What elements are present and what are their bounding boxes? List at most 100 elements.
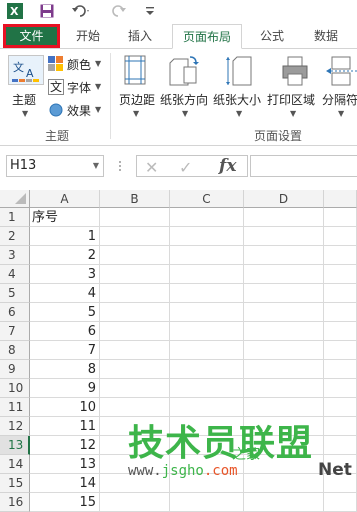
row-header[interactable]: 7 (0, 322, 30, 341)
cell-empty[interactable] (244, 246, 324, 265)
cell-empty[interactable] (100, 493, 170, 512)
tab-file[interactable]: 文件 (3, 24, 60, 48)
effects-button[interactable]: 效果 (67, 102, 91, 119)
margins-button[interactable]: 页边距 (119, 91, 155, 108)
enter-icon[interactable]: ✓ (179, 158, 192, 177)
customize-qat-icon[interactable] (145, 3, 155, 19)
cell-empty[interactable] (100, 227, 170, 246)
cell-empty[interactable] (244, 227, 324, 246)
cell-empty[interactable] (324, 322, 357, 341)
theme-button[interactable]: 文A (8, 55, 44, 85)
fonts-button[interactable]: 字体 (67, 79, 91, 96)
cell-empty[interactable] (100, 284, 170, 303)
orientation-button[interactable]: 纸张方向 (160, 91, 208, 108)
row-header[interactable]: 12 (0, 417, 30, 436)
tab-page-layout[interactable]: 页面布局 (172, 24, 242, 49)
cell-empty[interactable] (324, 360, 357, 379)
cell-empty[interactable] (324, 341, 357, 360)
tab-formulas[interactable]: 公式 (252, 24, 292, 48)
cell-empty[interactable] (100, 208, 170, 227)
cell-empty[interactable] (324, 227, 357, 246)
cell-empty[interactable] (324, 493, 357, 512)
cell-empty[interactable] (324, 208, 357, 227)
row-header[interactable]: 10 (0, 379, 30, 398)
cell-empty[interactable] (100, 265, 170, 284)
cell-empty[interactable] (244, 322, 324, 341)
undo-icon[interactable] (70, 3, 92, 19)
cell-empty[interactable] (170, 265, 244, 284)
cell-empty[interactable] (324, 379, 357, 398)
redo-icon[interactable] (108, 3, 130, 19)
cell-empty[interactable] (170, 284, 244, 303)
column-header[interactable]: A (30, 190, 100, 208)
column-header[interactable]: C (170, 190, 244, 208)
tab-insert[interactable]: 插入 (120, 24, 160, 48)
cell-empty[interactable] (170, 303, 244, 322)
row-header[interactable]: 2 (0, 227, 30, 246)
breaks-button[interactable]: 分隔符 (322, 91, 357, 108)
cell-empty[interactable] (100, 246, 170, 265)
name-box[interactable]: H13 ▼ (6, 155, 104, 177)
cell-empty[interactable] (244, 208, 324, 227)
column-header[interactable]: B (100, 190, 170, 208)
cell-empty[interactable] (100, 341, 170, 360)
cell-a[interactable]: 12 (30, 436, 100, 455)
cell-empty[interactable] (244, 303, 324, 322)
row-header[interactable]: 5 (0, 284, 30, 303)
cell-empty[interactable] (244, 284, 324, 303)
cell-a[interactable]: 15 (30, 493, 100, 512)
cell-empty[interactable] (170, 379, 244, 398)
cell-empty[interactable] (170, 322, 244, 341)
row-header[interactable]: 9 (0, 360, 30, 379)
cell-a[interactable]: 10 (30, 398, 100, 417)
cell-empty[interactable] (100, 360, 170, 379)
cell-a[interactable]: 4 (30, 284, 100, 303)
cell-empty[interactable] (244, 493, 324, 512)
row-header[interactable]: 6 (0, 303, 30, 322)
cell-empty[interactable] (324, 417, 357, 436)
fonts-dropdown-caret[interactable]: ▼ (95, 82, 101, 91)
name-box-dropdown-icon[interactable]: ▼ (93, 156, 99, 176)
cell-a[interactable]: 7 (30, 341, 100, 360)
cell-a[interactable]: 2 (30, 246, 100, 265)
cell-empty[interactable] (324, 436, 357, 455)
cell-a[interactable]: 5 (30, 303, 100, 322)
cell-a[interactable]: 3 (30, 265, 100, 284)
cell-empty[interactable] (244, 341, 324, 360)
orientation-dropdown-caret[interactable]: ▼ (182, 109, 188, 118)
colors-dropdown-caret[interactable]: ▼ (95, 59, 101, 68)
cell-empty[interactable] (244, 379, 324, 398)
save-icon[interactable] (38, 3, 56, 19)
size-button[interactable]: 纸张大小 (213, 91, 261, 108)
row-header[interactable]: 13 (0, 436, 30, 455)
print-area-dropdown-caret[interactable]: ▼ (290, 109, 296, 118)
cell-empty[interactable] (170, 360, 244, 379)
cell-empty[interactable] (324, 303, 357, 322)
print-area-button[interactable]: 打印区域 (267, 91, 315, 108)
row-header[interactable]: 16 (0, 493, 30, 512)
cell-a[interactable]: 序号 (30, 208, 100, 227)
cell-empty[interactable] (324, 284, 357, 303)
colors-button[interactable]: 颜色 (67, 56, 91, 73)
effects-dropdown-caret[interactable]: ▼ (95, 105, 101, 114)
cell-empty[interactable] (170, 493, 244, 512)
cell-empty[interactable] (244, 360, 324, 379)
cell-empty[interactable] (324, 398, 357, 417)
size-dropdown-caret[interactable]: ▼ (236, 109, 242, 118)
insert-function-button[interactable]: fx (219, 156, 236, 176)
cell-empty[interactable] (244, 265, 324, 284)
cell-empty[interactable] (244, 474, 324, 493)
cell-a[interactable]: 14 (30, 474, 100, 493)
tab-data[interactable]: 数据 (306, 24, 346, 48)
cell-a[interactable]: 9 (30, 379, 100, 398)
row-header[interactable]: 14 (0, 455, 30, 474)
column-header[interactable]: D (244, 190, 324, 208)
cell-a[interactable]: 1 (30, 227, 100, 246)
tab-home[interactable]: 开始 (68, 24, 108, 48)
cell-empty[interactable] (324, 246, 357, 265)
select-all-corner[interactable] (0, 190, 30, 208)
cell-empty[interactable] (100, 322, 170, 341)
cell-empty[interactable] (170, 227, 244, 246)
row-header[interactable]: 3 (0, 246, 30, 265)
cancel-icon[interactable]: ✕ (145, 158, 158, 177)
